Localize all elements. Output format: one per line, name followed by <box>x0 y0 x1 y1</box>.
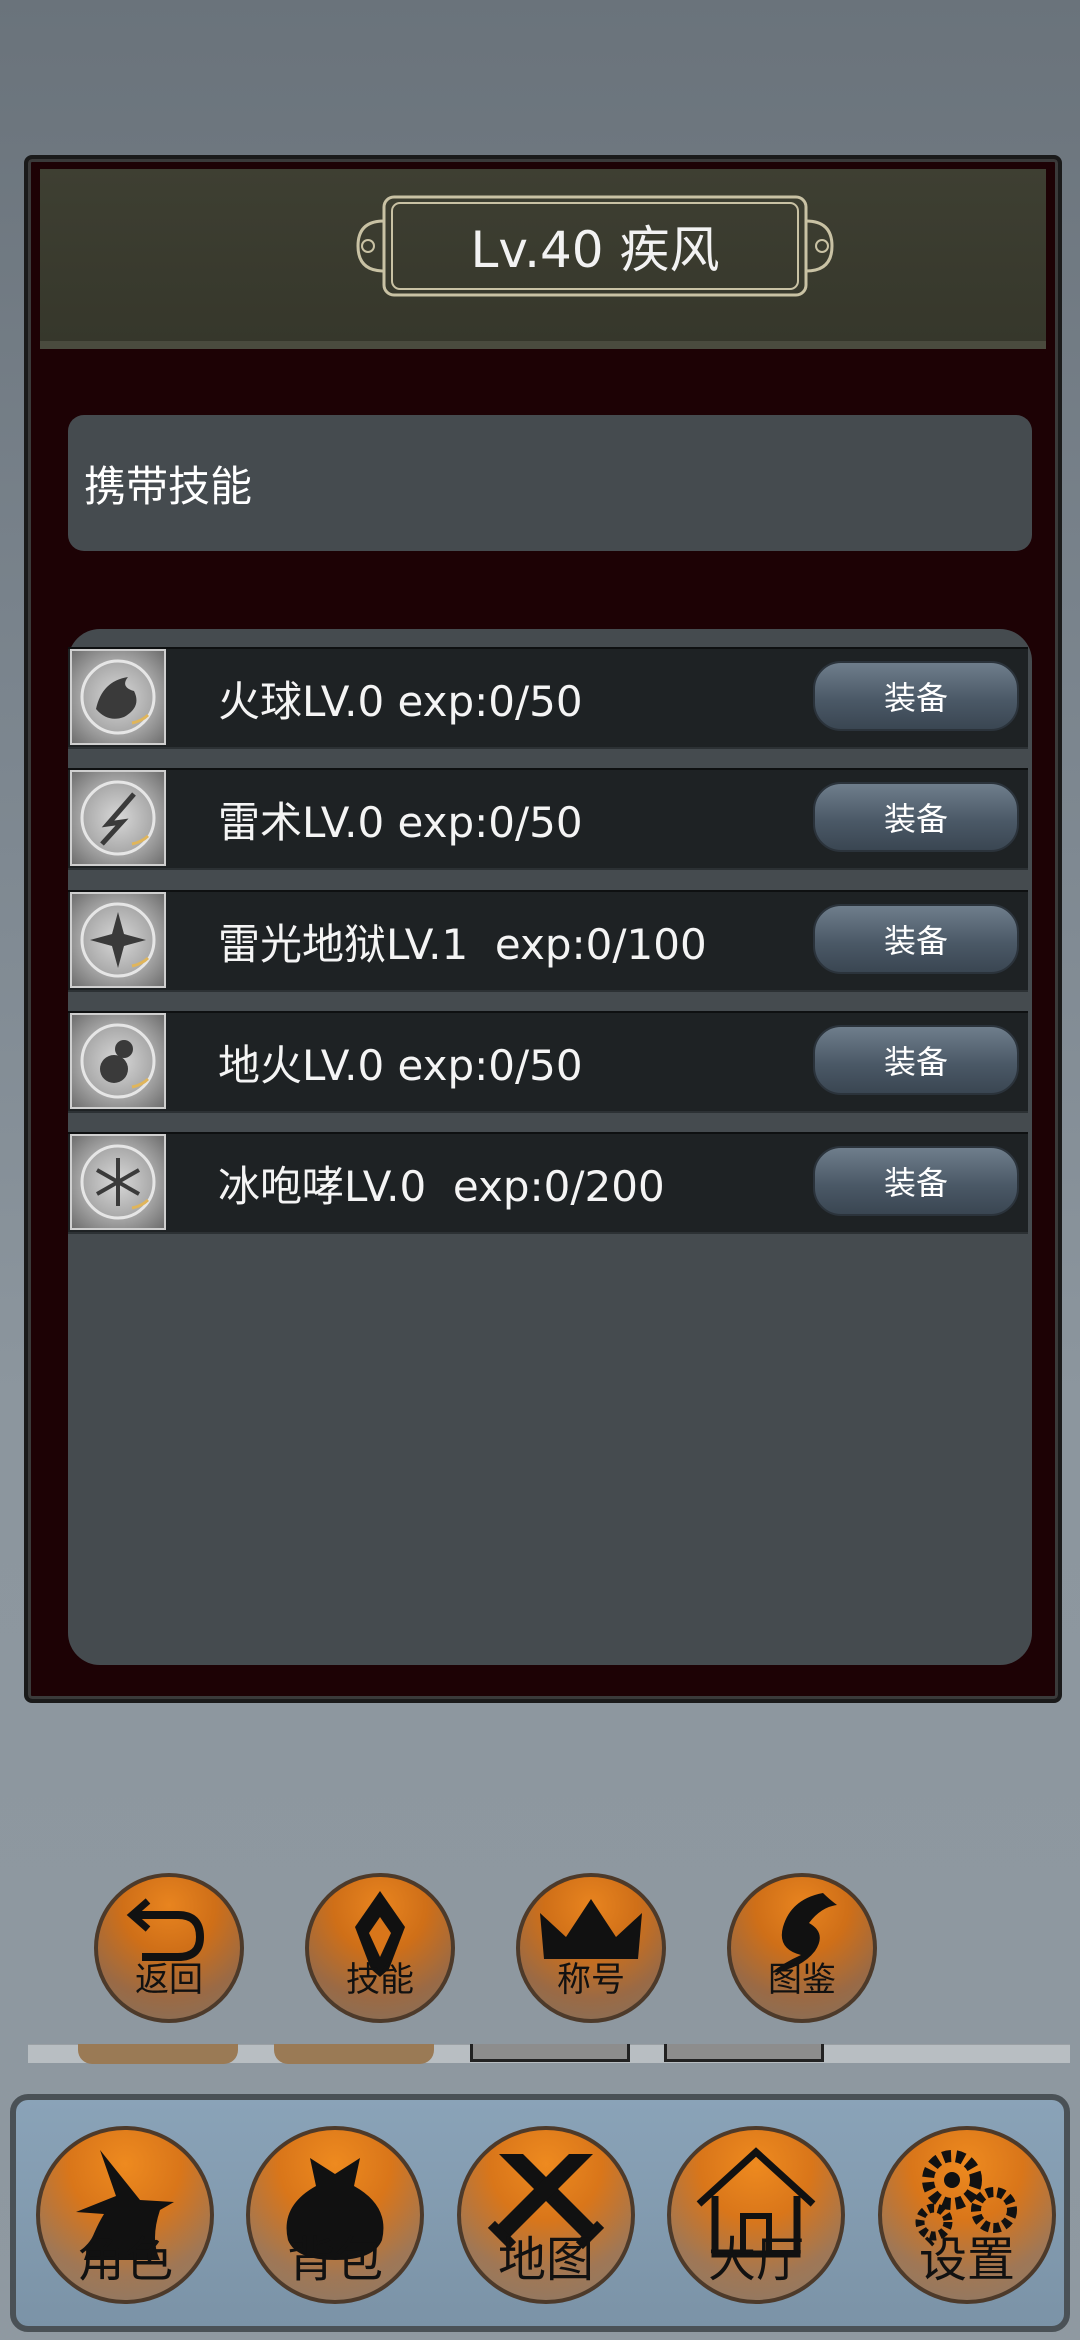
rail-slot <box>664 2044 824 2062</box>
nav-settings[interactable]: 设置 <box>878 2126 1056 2304</box>
back-label: 返回 <box>135 1960 203 2000</box>
nav-map-label: 地图 <box>497 2232 594 2288</box>
skill-name: 雷光地狱LV.1 exp:0/100 <box>218 919 707 969</box>
section-header: 携带技能 <box>68 415 1032 551</box>
equip-button[interactable]: 装备 <box>813 904 1019 974</box>
skill-label: 技能 <box>346 1960 414 2000</box>
rail-slot <box>78 2044 238 2064</box>
skill-name: 地火LV.0 exp:0/50 <box>218 1040 583 1090</box>
skill-name: 冰咆哮LV.0 exp:0/200 <box>218 1161 665 1211</box>
section-label: 携带技能 <box>84 461 253 511</box>
nav-map[interactable]: 地图 <box>457 2126 635 2304</box>
nav-character[interactable]: 角色 <box>36 2126 214 2304</box>
equip-button[interactable]: 装备 <box>813 1025 1019 1095</box>
skill-row: 地火LV.0 exp:0/50 装备 <box>68 1011 1028 1113</box>
lightning-hell-icon <box>70 892 166 988</box>
equip-button[interactable]: 装备 <box>813 661 1019 731</box>
skill-row: 雷术LV.0 exp:0/50 装备 <box>68 768 1028 870</box>
skill-button[interactable]: 技能 <box>305 1873 455 2023</box>
thunder-icon <box>70 770 166 866</box>
title-label: 称号 <box>557 1960 625 2000</box>
skill-panel: Lv.40 疾风 携带技能 火球LV.0 exp:0/50 装备 雷术LV.0 … <box>24 155 1062 1703</box>
nav-lobby[interactable]: 大厅 <box>667 2126 845 2304</box>
rail-slot <box>274 2044 434 2064</box>
skill-name: 雷术LV.0 exp:0/50 <box>218 797 583 847</box>
ice-roar-icon <box>70 1134 166 1230</box>
codex-label: 图鉴 <box>768 1960 836 2000</box>
nav-character-label: 角色 <box>76 2232 173 2288</box>
rail-slot <box>470 2044 630 2062</box>
skill-row: 雷光地狱LV.1 exp:0/100 装备 <box>68 890 1028 992</box>
panel-header: Lv.40 疾风 <box>40 169 1046 349</box>
bottom-nav: 角色 背包 地图 大厅 设置 <box>10 2094 1070 2332</box>
nav-bag-label: 背包 <box>286 2232 383 2288</box>
title-plate: Lv.40 疾风 <box>350 191 840 301</box>
codex-button[interactable]: 图鉴 <box>727 1873 877 2023</box>
equip-button[interactable]: 装备 <box>813 782 1019 852</box>
nav-bag[interactable]: 背包 <box>246 2126 424 2304</box>
title-button[interactable]: 称号 <box>516 1873 666 2023</box>
skill-row: 火球LV.0 exp:0/50 装备 <box>68 647 1028 749</box>
nav-lobby-label: 大厅 <box>707 2232 804 2288</box>
nav-settings-label: 设置 <box>918 2232 1015 2288</box>
skill-list: 火球LV.0 exp:0/50 装备 雷术LV.0 exp:0/50 装备 雷光… <box>68 629 1032 1665</box>
page-title: Lv.40 疾风 <box>470 221 720 279</box>
skill-row: 冰咆哮LV.0 exp:0/200 装备 <box>68 1132 1028 1234</box>
skill-name: 火球LV.0 exp:0/50 <box>218 676 583 726</box>
fireball-icon <box>70 649 166 745</box>
back-button[interactable]: 返回 <box>94 1873 244 2023</box>
earth-fire-icon <box>70 1013 166 1109</box>
equip-button[interactable]: 装备 <box>813 1146 1019 1216</box>
